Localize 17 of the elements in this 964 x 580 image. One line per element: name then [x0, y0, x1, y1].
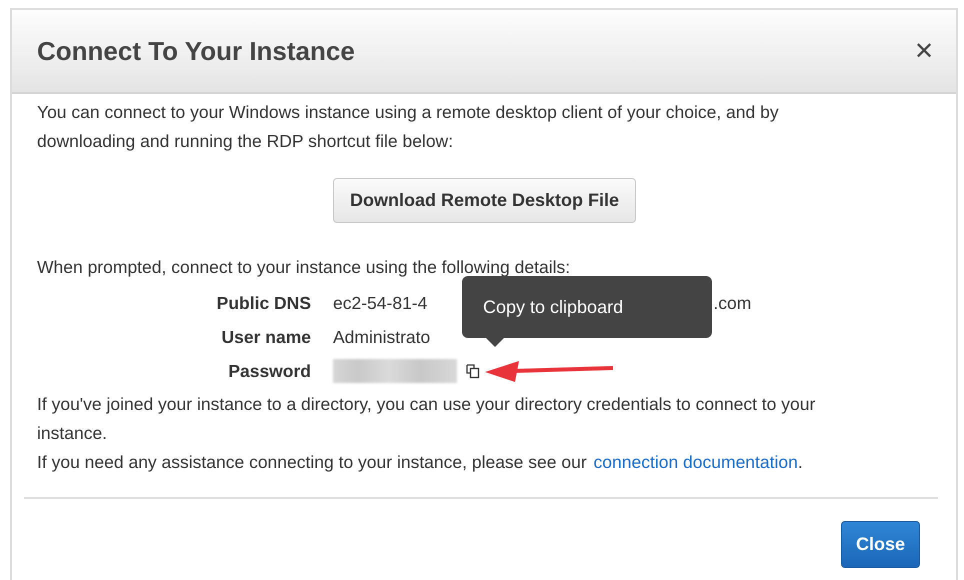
tooltip-text: Copy to clipboard	[483, 296, 624, 318]
close-button[interactable]: Close	[840, 521, 920, 568]
dialog-title: Connect To Your Instance	[37, 36, 355, 66]
detail-value: ec2-54-81-4	[333, 292, 428, 314]
period-text: .	[798, 452, 803, 472]
detail-value: .com	[713, 292, 752, 314]
prompt-text: When prompted, connect to your instance using the following details:	[37, 256, 572, 279]
copy-icon[interactable]	[465, 363, 481, 379]
detail-label: User name	[220, 326, 312, 348]
intro-text: You can connect to your Windows instance using a remote desktop client of your choice, and by downloading and running the RDP shortcut file below:	[37, 101, 780, 153]
directory-note: If you've joined your instance to a directory, you can use your directory credentials to connect to your instance.	[37, 393, 816, 445]
download-button[interactable]: Download Remote Desktop File	[332, 178, 636, 223]
detail-value: Administrato	[333, 326, 430, 348]
detail-label: Public DNS	[216, 292, 312, 314]
help-text: If you need any assistance connecting to your instance, please see our	[37, 452, 587, 472]
documentation-link[interactable]: connection documentation	[594, 452, 798, 472]
detail-label: Password	[227, 360, 312, 382]
